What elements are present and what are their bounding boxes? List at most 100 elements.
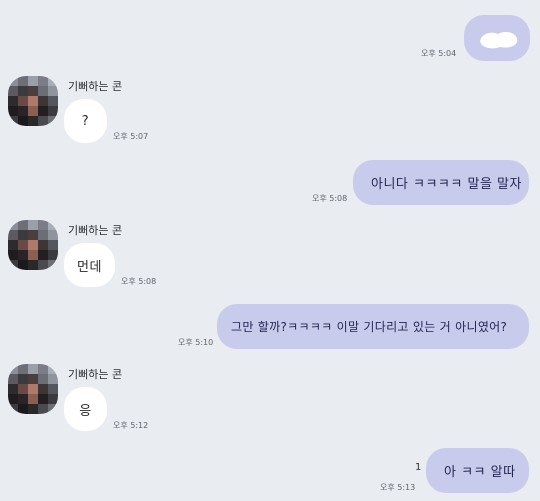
avatar-pixel	[18, 384, 28, 394]
message-bubble-mine[interactable]: 아 ㅋㅋ 알따	[426, 448, 529, 493]
message-time: 오후 5:08	[121, 277, 157, 286]
message-time: 오후 5:07	[113, 132, 149, 141]
avatar-pixel	[38, 250, 48, 260]
avatar-pixel	[48, 364, 58, 374]
message-bubble-mine[interactable]: 아니다 ㅋㅋㅋㅋ 말을 말자	[353, 160, 529, 205]
avatar-pixel	[48, 384, 58, 394]
avatar-pixel	[48, 260, 58, 270]
avatar-pixel	[8, 240, 18, 250]
avatar-pixel	[48, 230, 58, 240]
message-bubble-mine[interactable]: 그만 할까?ㅋㅋㅋㅋ 이말 기다리고 있는 거 아니였어?	[217, 304, 529, 349]
avatar-pixel	[38, 260, 48, 270]
avatar-pixel	[8, 230, 18, 240]
avatar-pixel	[28, 240, 38, 250]
message-bubble-theirs[interactable]: ?	[64, 99, 107, 143]
avatar-pixel	[48, 220, 58, 230]
avatar-pixel	[38, 374, 48, 384]
avatar-pixel	[38, 106, 48, 116]
avatar-pixel	[8, 76, 18, 86]
avatar-pixel	[18, 404, 28, 414]
avatar-pixel	[8, 96, 18, 106]
message-time: 오후 5:10	[178, 338, 214, 347]
avatar-pixel	[28, 404, 38, 414]
avatar-pixel	[38, 220, 48, 230]
avatar-pixel	[48, 374, 58, 384]
contact-name: 기뻐하는 콘	[68, 224, 123, 237]
avatar-pixel	[8, 106, 18, 116]
contact-name: 기뻐하는 콘	[68, 80, 123, 93]
avatar-pixel	[18, 230, 28, 240]
unread-count: 1	[415, 462, 422, 473]
redaction-scribble	[480, 31, 518, 49]
avatar-pixel	[48, 404, 58, 414]
message-text: 응	[79, 403, 92, 419]
avatar-pixel	[28, 250, 38, 260]
avatar-pixel	[8, 404, 18, 414]
avatar-pixel	[48, 250, 58, 260]
avatar-pixel	[28, 364, 38, 374]
avatar-pixel	[38, 394, 48, 404]
contact-avatar[interactable]	[8, 220, 58, 270]
message-time: 오후 5:13	[380, 483, 416, 492]
contact-avatar[interactable]	[8, 76, 58, 126]
avatar-pixel	[28, 260, 38, 270]
avatar-pixel	[8, 260, 18, 270]
avatar-pixel	[18, 116, 28, 126]
contact-avatar[interactable]	[8, 364, 58, 414]
avatar-pixel	[38, 96, 48, 106]
avatar-pixel	[48, 240, 58, 250]
message-text: 아 ㅋㅋ 알따	[444, 465, 516, 480]
message-time: 오후 5:08	[312, 194, 348, 203]
message-time: 오후 5:04	[421, 49, 457, 58]
avatar-pixel	[8, 116, 18, 126]
contact-name: 기뻐하는 콘	[68, 368, 123, 381]
avatar-pixel	[18, 364, 28, 374]
avatar-pixel	[28, 394, 38, 404]
avatar-pixel	[18, 76, 28, 86]
avatar-pixel	[38, 404, 48, 414]
avatar-pixel	[18, 394, 28, 404]
avatar-pixel	[48, 106, 58, 116]
avatar-pixel	[8, 384, 18, 394]
avatar-pixel	[48, 86, 58, 96]
message-time: 오후 5:12	[113, 421, 149, 430]
avatar-pixel	[8, 250, 18, 260]
avatar-pixel	[8, 374, 18, 384]
message-bubble-theirs[interactable]: 먼데	[64, 243, 115, 287]
avatar-pixel	[38, 86, 48, 96]
avatar-pixel	[18, 260, 28, 270]
avatar-pixel	[48, 394, 58, 404]
avatar-pixel	[18, 220, 28, 230]
avatar-pixel	[18, 250, 28, 260]
avatar-pixel	[8, 220, 18, 230]
avatar-pixel	[28, 96, 38, 106]
avatar-pixel	[38, 240, 48, 250]
avatar-pixel	[18, 96, 28, 106]
avatar-pixel	[38, 116, 48, 126]
avatar-pixel	[48, 96, 58, 106]
avatar-pixel	[8, 394, 18, 404]
message-bubble-theirs[interactable]: 응	[64, 387, 107, 431]
avatar-pixel	[38, 384, 48, 394]
avatar-pixel	[28, 384, 38, 394]
message-text: 아니다 ㅋㅋㅋㅋ 말을 말자	[371, 177, 522, 192]
avatar-pixel	[28, 76, 38, 86]
avatar-pixel	[28, 220, 38, 230]
avatar-pixel	[28, 230, 38, 240]
avatar-pixel	[28, 116, 38, 126]
avatar-pixel	[28, 106, 38, 116]
avatar-pixel	[48, 116, 58, 126]
avatar-pixel	[28, 374, 38, 384]
avatar-pixel	[18, 240, 28, 250]
message-text: ?	[81, 113, 90, 129]
avatar-pixel	[38, 364, 48, 374]
avatar-pixel	[18, 106, 28, 116]
avatar-pixel	[18, 86, 28, 96]
chat-window: 오후 5:04 기뻐하는 콘 ? 오후 5:07 오후 5:08 아니다 ㅋㅋㅋ…	[0, 0, 540, 501]
message-text: 먼데	[77, 259, 102, 275]
message-text: 그만 할까?ㅋㅋㅋㅋ 이말 기다리고 있는 거 아니였어?	[231, 320, 508, 334]
avatar-pixel	[8, 86, 18, 96]
avatar-pixel	[28, 86, 38, 96]
avatar-pixel	[48, 76, 58, 86]
avatar-pixel	[8, 364, 18, 374]
